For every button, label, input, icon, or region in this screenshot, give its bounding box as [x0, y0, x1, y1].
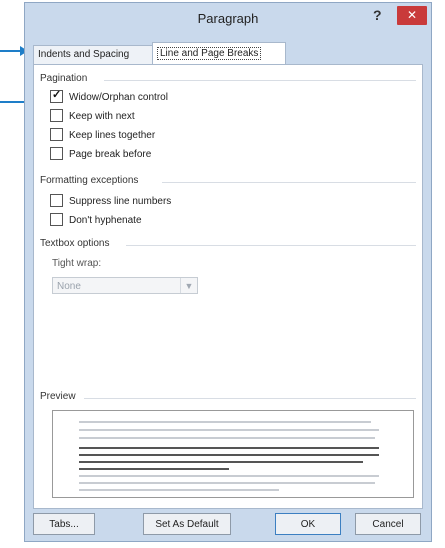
checkbox-label: Widow/Orphan control	[69, 92, 168, 104]
check-mark-icon: ✓	[52, 89, 62, 101]
chevron-down-icon: ▼	[180, 278, 197, 293]
divider	[84, 398, 416, 399]
checkbox-box	[50, 128, 63, 141]
textbox-options-heading: Textbox options	[40, 238, 110, 249]
button-label: Cancel	[372, 519, 404, 530]
checkbox-box	[50, 194, 63, 207]
checkbox-label: Keep lines together	[69, 130, 156, 142]
button-label: Tabs...	[49, 519, 79, 530]
checkbox-box: ✓	[50, 89, 63, 103]
checkbox-label: Suppress line numbers	[69, 196, 172, 208]
suppress-line-numbers-checkbox[interactable]: Suppress line numbers	[50, 194, 172, 209]
divider	[126, 245, 416, 246]
tab-panel: Pagination ✓ Widow/Orphan control Keep wi…	[33, 64, 423, 509]
set-as-default-button[interactable]: Set As Default	[143, 513, 231, 535]
ok-button[interactable]: OK	[275, 513, 341, 535]
tight-wrap-label: Tight wrap:	[52, 258, 102, 269]
keep-with-next-checkbox[interactable]: Keep with next	[50, 109, 135, 124]
checkbox-label: Don't hyphenate	[69, 215, 142, 227]
dont-hyphenate-checkbox[interactable]: Don't hyphenate	[50, 213, 142, 228]
tabs-button[interactable]: Tabs...	[33, 513, 95, 535]
tab-line-and-page-breaks[interactable]: Line and Page Breaks	[152, 42, 286, 65]
page-break-before-checkbox[interactable]: Page break before	[50, 147, 152, 162]
button-label: OK	[300, 519, 316, 530]
paragraph-dialog: Paragraph ? ✕ Indents and Spacing Line a…	[24, 2, 432, 542]
tight-wrap-select[interactable]: None ▼	[52, 277, 198, 294]
checkbox-label: Keep with next	[69, 111, 135, 123]
checkbox-label: Page break before	[69, 149, 152, 161]
widow-orphan-checkbox[interactable]: ✓ Widow/Orphan control	[50, 89, 168, 105]
title-bar: Paragraph ? ✕	[25, 3, 431, 33]
checkbox-box	[50, 147, 63, 160]
preview-box	[52, 410, 414, 498]
button-label: Set As Default	[155, 519, 219, 530]
tab-label: Line and Page Breaks	[157, 47, 262, 60]
keep-lines-together-checkbox[interactable]: Keep lines together	[50, 128, 156, 143]
divider	[104, 80, 416, 81]
tight-wrap-value: None	[57, 281, 81, 292]
dialog-title: Paragraph	[197, 11, 259, 26]
cancel-button[interactable]: Cancel	[355, 513, 421, 535]
tab-indents-and-spacing[interactable]: Indents and Spacing	[33, 45, 153, 64]
close-button[interactable]: ✕	[397, 6, 427, 25]
preview-heading: Preview	[40, 391, 76, 402]
formatting-exceptions-heading: Formatting exceptions	[40, 175, 139, 186]
checkbox-box	[50, 109, 63, 122]
preview-sample-text-graphic	[79, 421, 379, 491]
pagination-heading: Pagination	[40, 73, 88, 84]
tab-label: Indents and Spacing	[38, 49, 130, 60]
checkbox-box	[50, 213, 63, 226]
divider	[162, 182, 416, 183]
help-button[interactable]: ?	[373, 7, 382, 23]
